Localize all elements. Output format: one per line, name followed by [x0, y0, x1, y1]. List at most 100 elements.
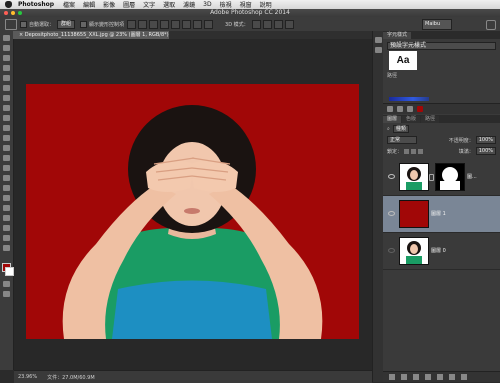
add-mask-icon[interactable] [413, 374, 419, 380]
tab-character-styles[interactable]: 字元樣式 [383, 32, 412, 39]
history-panel-icon[interactable] [375, 37, 382, 43]
clone-stamp-tool-icon[interactable] [3, 115, 10, 121]
eraser-tool-icon[interactable] [3, 135, 10, 141]
auto-select-checkbox[interactable] [20, 20, 27, 28]
blur-tool-icon[interactable] [3, 155, 10, 161]
zoom-tool-icon[interactable] [3, 235, 10, 241]
color-spectrum-bar[interactable] [389, 97, 429, 101]
layer-row[interactable]: 圖層 0 [383, 233, 500, 270]
menu-3d[interactable]: 3D [203, 1, 211, 8]
status-bar: 23.96% 文件：27.0M/60.9M [14, 370, 372, 383]
new-style-icon[interactable] [387, 106, 393, 112]
align-middle-icon[interactable] [138, 19, 148, 29]
align-right-icon[interactable] [182, 19, 192, 29]
clear-style-icon[interactable] [397, 106, 403, 112]
new-group-icon[interactable] [437, 374, 443, 380]
eye-icon[interactable] [388, 211, 395, 216]
menu-window[interactable]: 視窗 [240, 0, 252, 9]
menu-file[interactable]: 檔案 [63, 0, 75, 9]
align-center-icon[interactable] [171, 19, 181, 29]
lock-position-icon[interactable] [418, 148, 424, 154]
distribute-icon[interactable] [193, 19, 203, 29]
align-bottom-icon[interactable] [149, 19, 159, 29]
trash-icon[interactable] [461, 374, 467, 380]
eye-icon[interactable] [388, 174, 395, 179]
new-layer-icon[interactable] [449, 374, 455, 380]
link-icon[interactable] [429, 174, 434, 181]
app-menu-photoshop[interactable]: Photoshop [18, 1, 54, 8]
tab-paths[interactable]: 路徑 [421, 116, 440, 123]
3d-slide-icon[interactable] [284, 19, 294, 29]
distribute-horizontal-icon[interactable] [204, 19, 214, 29]
tab-layers[interactable]: 圖層 [383, 116, 402, 123]
workspace-switcher[interactable]: Maibu [422, 19, 452, 30]
character-style-select[interactable]: 預設字元樣式 [387, 42, 496, 50]
pen-tool-icon[interactable] [3, 175, 10, 181]
menu-layer[interactable]: 圖層 [123, 0, 135, 9]
minimize-window-icon[interactable] [11, 11, 15, 15]
document-tab-close-icon[interactable]: × [19, 32, 23, 38]
layer-row-selected[interactable]: 圖層 1 [383, 196, 500, 233]
history-brush-tool-icon[interactable] [3, 125, 10, 131]
dodge-tool-icon[interactable] [3, 165, 10, 171]
lasso-tool-icon[interactable] [3, 55, 10, 61]
menu-filter[interactable]: 濾鏡 [183, 0, 195, 9]
move-tool-preset-icon[interactable] [5, 18, 17, 30]
path-select-tool-icon[interactable] [3, 195, 10, 201]
layer-row[interactable]: 圖... [383, 159, 500, 196]
crop-tool-icon[interactable] [3, 75, 10, 81]
layer-style-icon[interactable] [401, 374, 407, 380]
lock-transparency-icon[interactable] [404, 148, 410, 154]
layer-mask-thumbnail[interactable] [435, 163, 465, 191]
zoom-level[interactable]: 23.96% [18, 374, 37, 380]
document-tab[interactable]: × Depositphoto_11138655_XXL.jpg @ 23% (圖… [13, 31, 169, 39]
menu-image[interactable]: 影像 [103, 0, 115, 9]
auto-select-dropdown[interactable]: 群組 [57, 19, 76, 29]
3d-roll-icon[interactable] [262, 19, 272, 29]
move-tool-icon[interactable] [3, 35, 10, 41]
redefine-style-icon[interactable] [407, 106, 413, 112]
adjustment-layer-icon[interactable] [425, 374, 431, 380]
blend-mode-select[interactable]: 正常 [387, 136, 417, 144]
type-tool-icon[interactable] [3, 185, 10, 191]
show-transform-checkbox[interactable] [80, 20, 88, 28]
character-style-dropdown[interactable]: 預設字元樣式 [387, 42, 496, 50]
align-left-icon[interactable] [160, 19, 170, 29]
color-chip-icon[interactable] [417, 106, 423, 112]
brush-tool-icon[interactable] [3, 105, 10, 111]
menu-help[interactable]: 說明 [260, 0, 272, 9]
menu-type[interactable]: 文字 [143, 0, 155, 9]
eye-icon-hidden[interactable] [388, 248, 395, 253]
align-top-icon[interactable] [127, 19, 137, 29]
hand-tool-icon[interactable] [3, 225, 10, 231]
tab-channels[interactable]: 色版 [402, 116, 421, 123]
mac-menu-bar: Photoshop 檔案 編輯 影像 圖層 文字 選取 濾鏡 3D 檢視 視窗 … [0, 0, 500, 9]
gradient-tool-icon[interactable] [3, 145, 10, 151]
more-tools-icon[interactable] [3, 245, 10, 251]
close-window-icon[interactable] [4, 11, 8, 15]
zoom-window-icon[interactable] [18, 11, 22, 15]
quick-select-tool-icon[interactable] [3, 65, 10, 71]
link-layers-icon[interactable] [389, 374, 395, 380]
kind-filter-select[interactable]: 種類 [392, 125, 409, 133]
shape-tool-icon[interactable] [3, 205, 10, 211]
healing-brush-tool-icon[interactable] [3, 95, 10, 101]
3d-tool-icon[interactable] [3, 215, 10, 221]
marquee-tool-icon[interactable] [3, 45, 10, 51]
lock-pixels-icon[interactable] [411, 148, 417, 154]
menu-view[interactable]: 檢視 [220, 0, 232, 9]
properties-panel-icon[interactable] [375, 47, 382, 53]
screen-mode-icon[interactable] [3, 291, 10, 297]
3d-rotate-icon[interactable] [251, 19, 261, 29]
background-color-swatch[interactable] [5, 267, 14, 276]
3d-pan-icon[interactable] [273, 19, 283, 29]
opacity-input[interactable]: 100% [475, 136, 496, 144]
menu-edit[interactable]: 編輯 [83, 0, 95, 9]
fill-input[interactable]: 100% [475, 147, 496, 155]
apple-logo-icon[interactable] [5, 1, 12, 8]
quick-mask-icon[interactable] [3, 281, 10, 287]
document-canvas[interactable] [26, 84, 359, 339]
search-icon[interactable] [486, 20, 496, 30]
menu-select[interactable]: 選取 [163, 0, 175, 9]
eyedropper-tool-icon[interactable] [3, 85, 10, 91]
